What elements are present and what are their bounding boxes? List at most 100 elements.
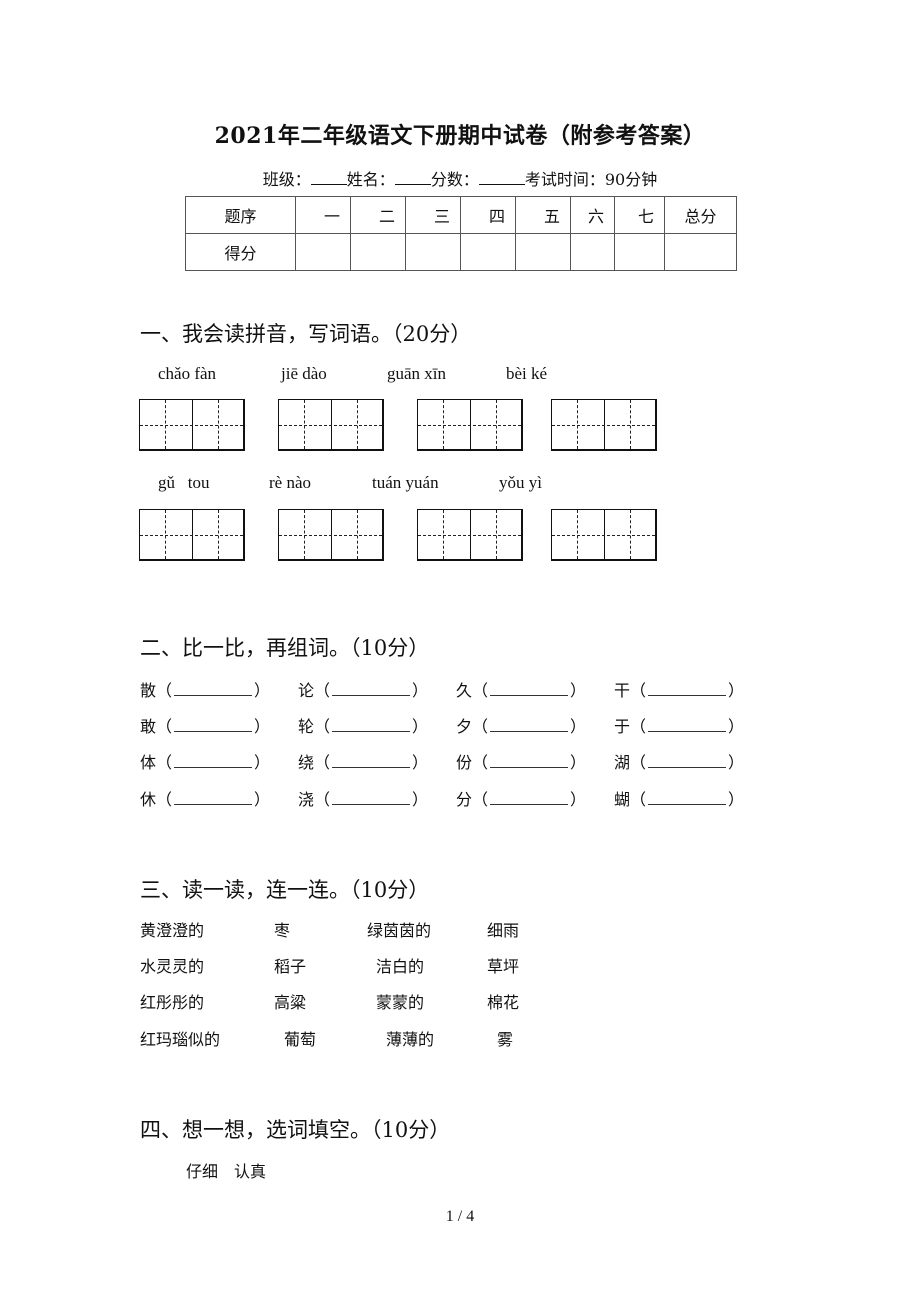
open-paren: （ xyxy=(472,790,489,809)
open-paren: （ xyxy=(314,753,331,772)
word-group-item: 湖（ ） xyxy=(614,749,744,773)
header-cell: 总分 xyxy=(664,196,737,234)
close-paren: ） xyxy=(254,753,271,772)
header-cell: 六 xyxy=(570,196,615,234)
answer-blank[interactable] xyxy=(174,719,253,732)
base-character: 散 xyxy=(140,681,157,700)
open-paren: （ xyxy=(472,717,489,736)
answer-blank[interactable] xyxy=(490,683,569,696)
score-blank xyxy=(478,170,525,185)
match-adjective: 黄澄澄的 xyxy=(140,921,205,940)
pinyin-label: guān xīn xyxy=(387,364,447,383)
score-cell[interactable] xyxy=(405,233,461,271)
writing-grid[interactable] xyxy=(278,399,384,451)
score-cell[interactable] xyxy=(350,233,406,271)
answer-blank[interactable] xyxy=(174,755,253,768)
close-paren: ） xyxy=(570,717,587,736)
word-group-item: 体（ ） xyxy=(140,749,270,773)
class-label: 班级： xyxy=(262,170,311,189)
match-adjective: 绿茵茵的 xyxy=(367,921,432,940)
answer-blank[interactable] xyxy=(648,719,727,732)
class-blank xyxy=(310,170,347,185)
writing-grid[interactable] xyxy=(417,399,523,451)
writing-grid[interactable] xyxy=(139,399,245,451)
match-noun: 高粱 xyxy=(274,993,307,1012)
match-adjective: 洁白的 xyxy=(376,957,425,976)
match-adjective: 红玛瑙似的 xyxy=(140,1030,221,1049)
section1-heading: 一、我会读拼音，写词语。（20分） xyxy=(140,322,472,346)
match-adjective: 红彤彤的 xyxy=(140,993,205,1012)
answer-blank[interactable] xyxy=(174,792,253,805)
match-noun: 草坪 xyxy=(487,957,520,976)
writing-grid[interactable] xyxy=(551,509,657,561)
close-paren: ） xyxy=(570,790,587,809)
base-character: 轮 xyxy=(298,717,315,736)
word-group-item: 夕（ ） xyxy=(456,713,586,737)
writing-grid[interactable] xyxy=(417,509,523,561)
match-adjective: 薄薄的 xyxy=(386,1030,435,1049)
word-group-item: 蝴（ ） xyxy=(614,786,744,810)
match-noun: 雾 xyxy=(497,1030,514,1049)
score-cell[interactable] xyxy=(515,233,571,271)
score-label: 分数： xyxy=(430,170,479,189)
answer-blank[interactable] xyxy=(174,683,253,696)
match-adjective: 水灵灵的 xyxy=(140,957,205,976)
close-paren: ） xyxy=(570,753,587,772)
pinyin-label: bèi ké xyxy=(506,364,548,383)
score-cell[interactable] xyxy=(664,233,737,271)
score-cell[interactable] xyxy=(295,233,351,271)
writing-grid[interactable] xyxy=(551,399,657,451)
pinyin-label: gǔ tou xyxy=(158,473,210,492)
word-group-item: 轮（ ） xyxy=(298,713,428,737)
header-cell: 七 xyxy=(614,196,665,234)
open-paren: （ xyxy=(314,717,331,736)
open-paren: （ xyxy=(156,717,173,736)
score-cell[interactable] xyxy=(460,233,516,271)
base-character: 分 xyxy=(456,790,473,809)
word-group-item: 于（ ） xyxy=(614,713,744,737)
open-paren: （ xyxy=(630,790,647,809)
open-paren: （ xyxy=(472,681,489,700)
word-group-item: 浇（ ） xyxy=(298,786,428,810)
word-group-item: 论（ ） xyxy=(298,677,428,701)
answer-blank[interactable] xyxy=(332,755,411,768)
answer-blank[interactable] xyxy=(648,755,727,768)
answer-blank[interactable] xyxy=(648,683,727,696)
student-info-line: 班级： 姓名： 分数： 考试时间：90分钟 xyxy=(0,166,920,190)
score-table-header-row: 题序 一 二 三 四 五 六 七 总分 xyxy=(185,196,737,234)
word-group-item: 久（ ） xyxy=(456,677,586,701)
close-paren: ） xyxy=(412,717,429,736)
pinyin-label: chǎo fàn xyxy=(158,364,217,383)
answer-blank[interactable] xyxy=(332,683,411,696)
word-group-item: 敢（ ） xyxy=(140,713,270,737)
score-cell[interactable] xyxy=(570,233,615,271)
pinyin-label: jiē dào xyxy=(281,364,327,383)
base-character: 休 xyxy=(140,790,157,809)
close-paren: ） xyxy=(728,790,745,809)
answer-blank[interactable] xyxy=(490,719,569,732)
word-group-item: 分（ ） xyxy=(456,786,586,810)
word-group-item: 干（ ） xyxy=(614,677,744,701)
answer-blank[interactable] xyxy=(648,792,727,805)
match-noun: 葡萄 xyxy=(284,1030,317,1049)
section2-heading: 二、比一比，再组词。（10分） xyxy=(140,636,430,660)
writing-grid[interactable] xyxy=(139,509,245,561)
answer-blank[interactable] xyxy=(490,792,569,805)
name-label: 姓名： xyxy=(346,170,395,189)
answer-blank[interactable] xyxy=(490,755,569,768)
open-paren: （ xyxy=(630,753,647,772)
base-character: 蝴 xyxy=(614,790,631,809)
pinyin-label: tuán yuán xyxy=(372,473,439,492)
writing-grid[interactable] xyxy=(278,509,384,561)
open-paren: （ xyxy=(630,717,647,736)
answer-blank[interactable] xyxy=(332,792,411,805)
score-cell[interactable] xyxy=(614,233,665,271)
name-blank xyxy=(394,170,431,185)
word-group-item: 份（ ） xyxy=(456,749,586,773)
answer-blank[interactable] xyxy=(332,719,411,732)
base-character: 论 xyxy=(298,681,315,700)
open-paren: （ xyxy=(630,681,647,700)
page-number: 1 / 4 xyxy=(445,1208,475,1225)
match-noun: 棉花 xyxy=(487,993,520,1012)
open-paren: （ xyxy=(472,753,489,772)
